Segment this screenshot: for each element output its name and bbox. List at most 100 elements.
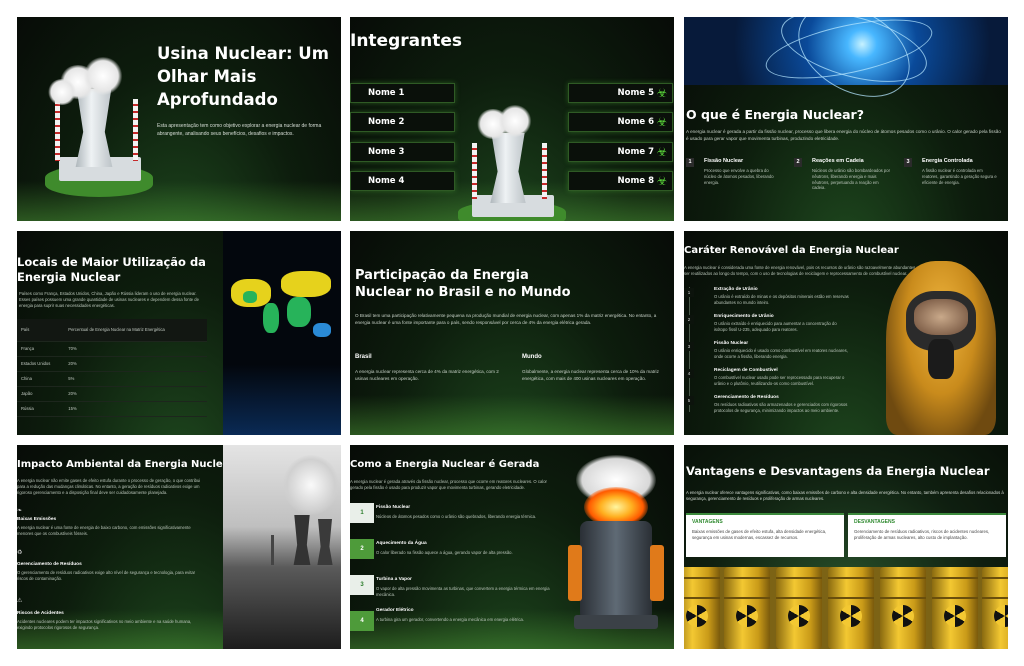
item-heading: Reações em Cadeia <box>812 158 864 164</box>
step-number: 1 <box>350 503 374 523</box>
biohazard-icon: ☣ <box>656 115 668 129</box>
slide-description: A energia nuclear oferece vantagens sign… <box>686 490 1004 501</box>
slide-2-thumbnail[interactable]: Integrantes ☣ Nome 1 ☣ Nome 2 ☣ Nome 3 ☣… <box>350 17 674 221</box>
item-heading: Energia Controlada <box>922 158 973 164</box>
card-description: Baixas emissões de gases de efeito estuf… <box>692 529 827 540</box>
table-row: Estados Unidos 20% <box>17 356 207 372</box>
slide-title: Impacto Ambiental da Energia Nuclear <box>17 459 235 470</box>
step-heading: Turbina a Vapor <box>376 577 412 582</box>
slide-5-thumbnail[interactable]: Participação da Energia Nuclear no Brasi… <box>350 231 674 435</box>
step-heading: Fissão Nuclear <box>376 505 411 510</box>
biohazard-icon: ☣ <box>656 145 668 159</box>
world-map-image <box>223 231 341 435</box>
nuclear-plant-illustration <box>450 105 570 221</box>
biohazard-icon: ☣ <box>656 174 668 188</box>
table-cell: China <box>17 371 65 387</box>
step-number: 2 <box>684 315 694 324</box>
item-number: 1 <box>686 158 694 167</box>
slide-description: A energia nuclear é gerada através da fi… <box>350 479 547 490</box>
step-description: O combustível nuclear usado pode ser rep… <box>714 375 845 386</box>
table-row: China 5% <box>17 371 207 387</box>
step-heading: Enriquecimento de Urânio <box>714 314 774 319</box>
item-description: Acidentes nucleares podem ter impactos s… <box>17 619 192 630</box>
item-heading: Fissão Nuclear <box>704 158 744 164</box>
slide-1-thumbnail[interactable]: Usina Nuclear: Um Olhar Mais Aprofundado… <box>17 17 341 221</box>
recycle-icon: ♻ <box>17 550 23 556</box>
step-heading: Gerenciamento de Resíduos <box>714 395 779 400</box>
card-heading: DESVANTAGENS <box>854 519 895 525</box>
item-heading: Gerenciamento de Resíduos <box>17 562 82 567</box>
slide-subtitle: Esta apresentação tem como objetivo expl… <box>157 123 322 137</box>
energy-table: País Percentual de Energia Nuclear na Mat… <box>17 319 207 417</box>
col-header: Percentual de Energia Nuclear na Matriz … <box>64 319 207 342</box>
step-description: O urânio extraído é enriquecido para aum… <box>714 321 837 332</box>
biohazard-icon: ☣ <box>656 86 668 100</box>
table-cell: 15% <box>64 401 207 417</box>
warning-icon: ⚠ <box>17 598 23 604</box>
disadvantages-card: DESVANTAGENS Gerenciamento de resíduos r… <box>848 513 1006 557</box>
item-number: 3 <box>904 158 912 167</box>
step-number: 4 <box>350 611 374 631</box>
grass-decoration <box>350 395 674 435</box>
step-number: 3 <box>350 575 374 595</box>
step-description: Os resíduos radioativos são armazenados … <box>714 402 848 413</box>
step-description: A turbina gira um gerador, convertendo a… <box>376 617 525 622</box>
slide-description: A energia nuclear é gerada a partir da f… <box>686 129 1001 141</box>
member-name-1: Nome 1 <box>350 83 455 103</box>
step-heading: Aquecimento da Água <box>376 541 427 546</box>
item-description: Núcleos de urânio são bombardeados por n… <box>812 168 890 191</box>
member-name-2: Nome 2 <box>350 112 455 132</box>
item-description: A fissão nuclear é controlada em reatore… <box>922 168 997 185</box>
table-cell: 20% <box>64 356 207 372</box>
hazmat-suit-image <box>856 261 1008 435</box>
slide-9-thumbnail[interactable]: Vantagens e Desvantagens da Energia Nucl… <box>684 445 1008 649</box>
mundo-description: Globalmente, a energia nuclear represent… <box>522 369 659 381</box>
table-cell: 5% <box>64 371 207 387</box>
item-description: Processo que envolve a quebra do núcleo … <box>704 168 774 185</box>
step-heading: Reciclagem de Combustível <box>714 368 778 373</box>
step-heading: Fissão Nuclear <box>714 341 749 346</box>
step-description: O vapor de alta pressão movimenta as tur… <box>376 586 550 597</box>
table-cell: Japão <box>17 386 65 402</box>
member-name-4: Nome 4 <box>350 171 455 191</box>
slide-title: O que é Energia Nuclear? <box>686 107 864 122</box>
leaf-icon: ❧ <box>17 508 23 514</box>
slide-title: Participação da Energia Nuclear no Brasi… <box>355 268 571 300</box>
slide-6-thumbnail[interactable]: Caráter Renovável da Energia Nuclear A e… <box>684 231 1008 435</box>
power-plant-photo <box>223 445 341 649</box>
table-cell: Rússia <box>17 401 65 417</box>
slide-3-thumbnail[interactable]: O que é Energia Nuclear? A energia nucle… <box>684 17 1008 221</box>
step-number: 1 <box>684 288 694 297</box>
item-number: 2 <box>794 158 802 167</box>
step-heading: Extração de Urânio <box>714 287 758 292</box>
item-heading: Riscos de Acidentes <box>17 611 64 616</box>
slide-title: Integrantes <box>350 31 462 51</box>
slide-title: Usina Nuclear: Um Olhar Mais Aprofundado <box>157 44 329 109</box>
slide-description: Países como França, Estados Unidos, Chin… <box>19 291 199 308</box>
table-row: França 70% <box>17 341 207 357</box>
slide-7-thumbnail[interactable]: Impacto Ambiental da Energia Nuclear A e… <box>17 445 341 649</box>
table-row: Japão 20% <box>17 386 207 402</box>
radioactive-barrels-image <box>684 567 1008 649</box>
item-heading: Baixas Emissões <box>17 517 57 522</box>
card-description: Gerenciamento de resíduos radioativos, r… <box>854 529 990 540</box>
step-number: 2 <box>350 539 374 559</box>
nuclear-plant-illustration <box>37 57 157 197</box>
slide-title: Locais de Maior Utilização da Energia Nu… <box>17 255 206 284</box>
item-description: O gerenciamento de resíduos radioativos … <box>17 570 196 581</box>
step-description: O urânio é extraído de minas e os depósi… <box>714 294 849 305</box>
mundo-heading: Mundo <box>522 354 542 360</box>
slide-description: A energia nuclear não emite gases de efe… <box>17 478 201 495</box>
slide-title: Caráter Renovável da Energia Nuclear <box>684 245 899 256</box>
step-description: Núcleos de átomos pesados como o urânio … <box>376 514 537 519</box>
card-heading: VANTAGENS <box>692 519 723 525</box>
brasil-heading: Brasil <box>355 354 372 360</box>
slide-description: O Brasil tem uma participação relativame… <box>355 313 657 325</box>
step-number: 5 <box>684 396 694 405</box>
step-description: O calor liberado na fissão aquece a água… <box>376 550 513 555</box>
slide-8-thumbnail[interactable]: Como a Energia Nuclear é Gerada A energi… <box>350 445 674 649</box>
advantages-card: VANTAGENS Baixas emissões de gases de ef… <box>686 513 844 557</box>
slide-title: Como a Energia Nuclear é Gerada <box>350 459 540 470</box>
step-number: 4 <box>684 369 694 378</box>
slide-4-thumbnail[interactable]: Locais de Maior Utilização da Energia Nu… <box>17 231 341 435</box>
